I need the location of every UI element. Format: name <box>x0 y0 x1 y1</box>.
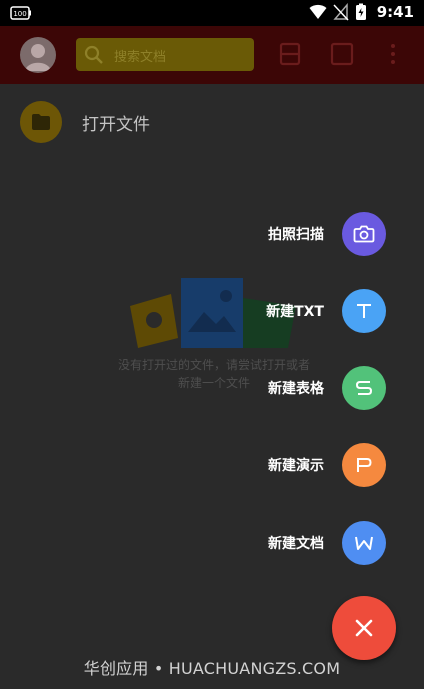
fab-item-new-doc[interactable]: 新建文档 <box>0 521 424 565</box>
open-file-row[interactable]: 打开文件 <box>0 84 424 158</box>
fab-item-new-sheet[interactable]: 新建表格 <box>0 366 424 410</box>
doc-w-icon <box>355 536 373 550</box>
new-txt-button[interactable] <box>342 289 386 333</box>
new-sheet-button[interactable] <box>342 366 386 410</box>
app-screen: 100 9:41 搜索文档 打开文件 没有打开过的文件，请尝试打开或者 新建一个… <box>0 0 424 689</box>
battery-100-icon: 100 <box>10 6 31 20</box>
user-avatar-icon <box>25 44 51 71</box>
battery-indicator: 100 <box>10 5 32 24</box>
sheet-s-icon <box>355 381 373 395</box>
square-icon[interactable] <box>330 42 354 66</box>
search-placeholder: 搜索文档 <box>114 50 167 65</box>
fab-label-new-slides: 新建演示 <box>268 458 324 474</box>
fab-label-new-sheet: 新建表格 <box>268 381 324 397</box>
watermark-text: 华创应用 • HUACHUANGZS.COM <box>83 659 341 678</box>
new-doc-button[interactable] <box>342 521 386 565</box>
slides-p-icon <box>357 458 372 472</box>
battery-charging-icon <box>355 3 366 20</box>
open-file-label: 打开文件 <box>82 115 150 135</box>
status-time: 9:41 <box>376 3 414 21</box>
close-icon <box>355 619 373 637</box>
fab-item-scan[interactable]: 拍照扫描 <box>0 212 424 256</box>
avatar[interactable] <box>20 37 56 73</box>
search-box[interactable]: 搜索文档 <box>76 38 254 71</box>
folder-badge <box>20 101 62 143</box>
more-vert-icon[interactable] <box>389 42 397 66</box>
txt-t-icon <box>357 304 371 318</box>
app-bar: 搜索文档 <box>0 26 424 84</box>
layout-icon[interactable] <box>279 42 301 66</box>
fab-label-new-txt: 新建TXT <box>266 304 324 320</box>
close-fab-button[interactable] <box>332 596 396 660</box>
fab-label-new-doc: 新建文档 <box>268 536 324 552</box>
signal-off-icon <box>333 3 349 21</box>
scan-button[interactable] <box>342 212 386 256</box>
camera-icon <box>353 225 375 243</box>
wifi-icon <box>309 4 327 19</box>
folder-icon <box>32 114 50 130</box>
search-icon <box>84 45 103 64</box>
fab-label-scan: 拍照扫描 <box>268 227 324 243</box>
svg-text:100: 100 <box>13 10 26 18</box>
fab-item-new-slides[interactable]: 新建演示 <box>0 443 424 487</box>
status-icons: 9:41 <box>309 3 414 21</box>
new-slides-button[interactable] <box>342 443 386 487</box>
status-bar: 100 9:41 <box>0 0 424 26</box>
fab-item-new-txt[interactable]: 新建TXT <box>0 289 424 333</box>
